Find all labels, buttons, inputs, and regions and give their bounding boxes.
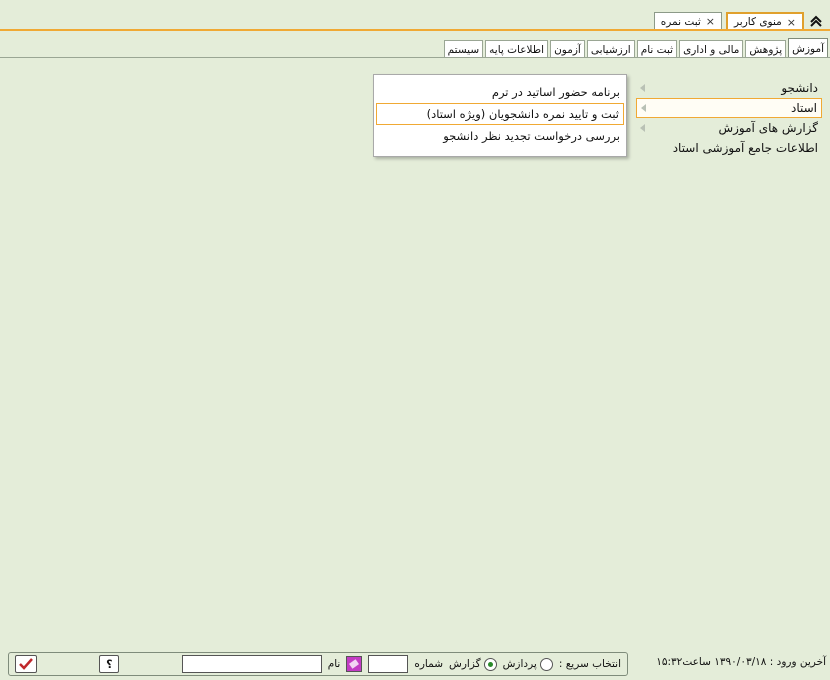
window-tab-strip: × منوی کاربر × ثبت نمره (653, 10, 824, 30)
home-icon[interactable] (808, 12, 824, 30)
module-tab-registration[interactable]: ثبت نام (636, 40, 678, 58)
module-tab-base-info[interactable]: اطلاعات پایه (485, 40, 549, 58)
nav-item-education-reports[interactable]: گزارش های آموزش (636, 118, 822, 138)
nav-item-label: اطلاعات جامع آموزشی استاد (672, 141, 818, 155)
last-login-text: آخرین ورود : ۱۳۹۰/۰۳/۱۸ ساعت۱۵:۳۲ (656, 656, 826, 668)
close-icon[interactable]: × (787, 16, 796, 29)
module-bar-divider (0, 57, 830, 58)
close-icon[interactable]: × (706, 15, 715, 28)
submenu-item-grade-entry[interactable]: ثبت و تایید نمره دانشجویان (ویژه استاد) (376, 103, 624, 125)
radio-process-option[interactable]: پردازش (502, 657, 553, 671)
module-tab-education[interactable]: آموزش (788, 38, 828, 58)
nav-item-student[interactable]: دانشجو (636, 78, 822, 98)
radio-process-label: پردازش (502, 658, 537, 670)
window-tab-grade-entry[interactable]: × ثبت نمره (653, 12, 723, 30)
submenu-arrow-icon (641, 104, 646, 112)
module-tab-exam[interactable]: آزمون (550, 40, 585, 58)
submenu-item-appeal-review[interactable]: بررسی درخواست تجدید نظر دانشجو (376, 125, 624, 147)
name-input[interactable] (181, 655, 322, 673)
radio-report[interactable] (483, 657, 497, 671)
submenu-arrow-icon (640, 84, 645, 92)
nav-item-label: دانشجو (781, 81, 818, 95)
nav-item-label: گزارش های آموزش (718, 121, 818, 135)
check-icon (19, 658, 33, 670)
name-label: نام (327, 658, 341, 670)
number-input[interactable] (368, 655, 409, 673)
module-tab-system[interactable]: سیستم (443, 40, 484, 58)
nav-item-label: استاد (790, 101, 817, 115)
window-tab-label: ثبت نمره (660, 15, 701, 28)
submenu-item-attendance-schedule[interactable]: برنامه حضور اساتید در ترم (376, 81, 624, 103)
eraser-icon[interactable] (346, 656, 363, 672)
module-tab-finance[interactable]: مالی و اداری (679, 40, 744, 58)
quick-select-label: انتخاب سریع : (558, 658, 621, 670)
window-tab-user-menu[interactable]: × منوی کاربر (726, 12, 804, 30)
radio-report-label: گزارش (449, 658, 481, 670)
radio-process[interactable] (539, 657, 553, 671)
submenu-arrow-icon (640, 124, 645, 132)
radio-report-option[interactable]: گزارش (449, 657, 497, 671)
nav-item-professor-info[interactable]: اطلاعات جامع آموزشی استاد (636, 138, 822, 158)
help-button[interactable]: ؟ (99, 655, 120, 673)
nav-tree: دانشجو استاد گزارش های آموزش اطلاعات جام… (636, 78, 822, 158)
nav-item-professor[interactable]: استاد (636, 98, 822, 118)
window-tab-label: منوی کاربر (734, 16, 782, 28)
module-menu-bar: آموزش پژوهش مالی و اداری ثبت نام ارزشیاب… (443, 38, 828, 58)
number-label: شماره (414, 658, 443, 670)
quick-select-bar: انتخاب سریع : پردازش گزارش شماره نام ؟ (8, 652, 628, 676)
confirm-check-button[interactable] (14, 655, 37, 673)
professor-submenu: برنامه حضور اساتید در ترم ثبت و تایید نم… (373, 74, 627, 157)
module-tab-evaluation[interactable]: ارزشیابی (586, 40, 635, 58)
tab-underline (0, 29, 830, 31)
status-bar: آخرین ورود : ۱۳۹۰/۰۳/۱۸ ساعت۱۵:۳۲ انتخاب… (0, 648, 830, 680)
module-tab-research[interactable]: پژوهش (745, 40, 787, 58)
